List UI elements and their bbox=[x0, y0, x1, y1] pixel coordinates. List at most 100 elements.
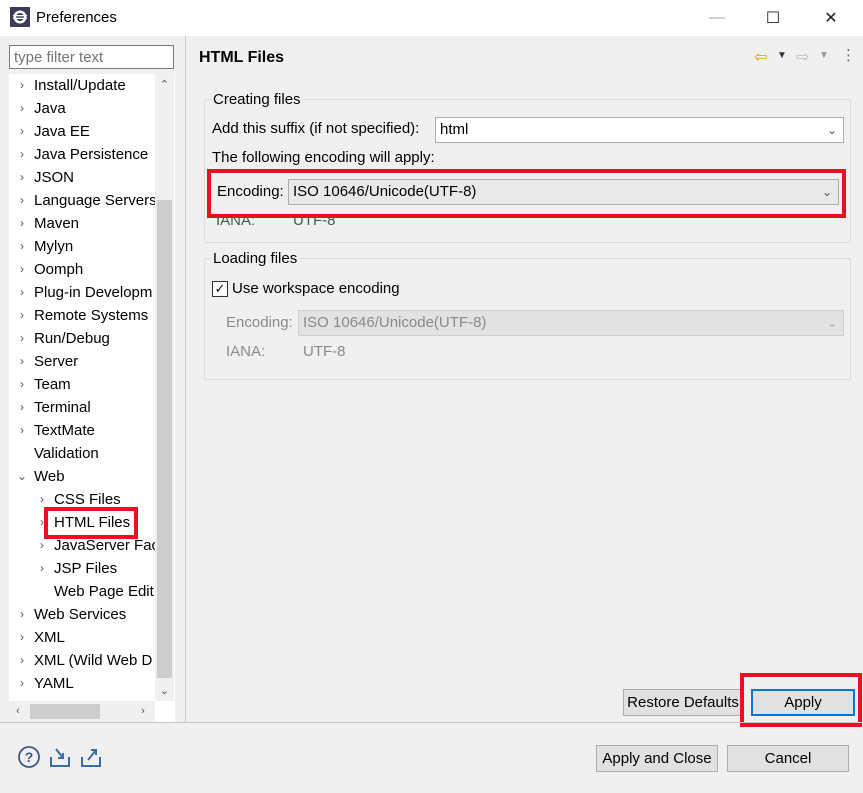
collapsed-arrow-icon[interactable]: › bbox=[16, 419, 28, 442]
tree-item-label: Java EE bbox=[34, 123, 90, 140]
tree-item[interactable]: › XML (Wild Web D bbox=[9, 649, 175, 672]
minimize-button[interactable]: — bbox=[693, 0, 741, 36]
restore-defaults-button[interactable]: Restore Defaults bbox=[623, 689, 743, 716]
collapsed-arrow-icon[interactable]: › bbox=[16, 350, 28, 373]
expanded-arrow-icon[interactable]: ⌄ bbox=[16, 465, 28, 488]
tree-item-label: JSP Files bbox=[54, 560, 118, 577]
tree-item[interactable]: › Terminal bbox=[9, 396, 175, 419]
tree-item-label: Web bbox=[34, 468, 65, 485]
scroll-right-arrow-icon[interactable]: › bbox=[136, 701, 150, 722]
apply-highlight-box bbox=[740, 673, 862, 727]
tree-item[interactable]: › Team bbox=[9, 373, 175, 396]
scroll-down-arrow-icon[interactable]: ⌄ bbox=[155, 682, 174, 700]
collapsed-arrow-icon[interactable]: › bbox=[16, 143, 28, 166]
collapsed-arrow-icon[interactable]: › bbox=[16, 396, 28, 419]
collapsed-arrow-icon[interactable]: › bbox=[16, 327, 28, 350]
eclipse-app-icon bbox=[10, 7, 30, 27]
tree-item-label: XML bbox=[34, 629, 65, 646]
tree-item[interactable]: › Oomph bbox=[9, 258, 175, 281]
tree-item[interactable]: › XML bbox=[9, 626, 175, 649]
tree-item[interactable]: › Install/Update bbox=[9, 74, 175, 97]
tree-item[interactable]: › Java bbox=[9, 97, 175, 120]
view-menu-icon[interactable]: ⋮ bbox=[841, 46, 856, 64]
tree-vertical-scroll-thumb[interactable] bbox=[157, 200, 172, 678]
forward-arrow-icon[interactable]: ⇨ bbox=[796, 47, 809, 67]
export-icon[interactable] bbox=[79, 745, 103, 769]
tree-item[interactable]: › YAML bbox=[9, 672, 175, 695]
cancel-button[interactable]: Cancel bbox=[727, 745, 849, 772]
tree-item[interactable]: › Maven bbox=[9, 212, 175, 235]
loading-files-title: Loading files bbox=[211, 250, 300, 267]
maximize-button[interactable]: ☐ bbox=[749, 0, 797, 36]
tree-item[interactable]: › Remote Systems bbox=[9, 304, 175, 327]
tree-item[interactable]: Validation bbox=[9, 442, 175, 465]
scroll-left-arrow-icon[interactable]: ‹ bbox=[11, 701, 25, 722]
page-title: HTML Files bbox=[199, 49, 285, 66]
tree-item-label: Web Page Edit bbox=[54, 583, 154, 600]
tree-item-label: Mylyn bbox=[34, 238, 74, 255]
tree-item-label: Plug-in Developm bbox=[34, 284, 153, 301]
collapsed-arrow-icon[interactable]: › bbox=[16, 649, 28, 672]
apply-and-close-button[interactable]: Apply and Close bbox=[596, 745, 718, 772]
close-button[interactable]: ✕ bbox=[807, 0, 855, 36]
tree-item[interactable]: › Java EE bbox=[9, 120, 175, 143]
loading-encoding-combo[interactable]: ISO 10646/Unicode(UTF-8) ⌄ bbox=[298, 310, 844, 336]
tree-item-label: Web Services bbox=[34, 606, 127, 623]
collapsed-arrow-icon[interactable]: › bbox=[16, 626, 28, 649]
pane-divider[interactable] bbox=[185, 36, 186, 722]
collapsed-arrow-icon[interactable]: › bbox=[16, 373, 28, 396]
tree-item[interactable]: › Run/Debug bbox=[9, 327, 175, 350]
collapsed-arrow-icon[interactable]: › bbox=[16, 281, 28, 304]
back-arrow-icon[interactable]: ⇦ bbox=[754, 47, 767, 67]
tree-item[interactable]: › Plug-in Developm bbox=[9, 281, 175, 304]
collapsed-arrow-icon[interactable]: › bbox=[36, 557, 48, 580]
collapsed-arrow-icon[interactable]: › bbox=[16, 212, 28, 235]
forward-dropdown-icon[interactable]: ▼ bbox=[819, 50, 829, 61]
tree-item[interactable]: › Server bbox=[9, 350, 175, 373]
use-workspace-checkbox[interactable]: ✓ bbox=[212, 281, 228, 297]
tree-item-label: Server bbox=[34, 353, 79, 370]
tree-item-label: Team bbox=[34, 376, 71, 393]
tree-item[interactable]: › JSON bbox=[9, 166, 175, 189]
loading-encoding-value: ISO 10646/Unicode(UTF-8) bbox=[303, 314, 487, 331]
back-dropdown-icon[interactable]: ▼ bbox=[777, 50, 787, 61]
help-icon[interactable]: ? bbox=[17, 745, 41, 769]
scroll-up-arrow-icon[interactable]: ⌃ bbox=[155, 76, 174, 94]
tree-horizontal-scroll-thumb[interactable] bbox=[30, 704, 100, 719]
collapsed-arrow-icon[interactable]: › bbox=[16, 603, 28, 626]
chevron-down-icon: ⌄ bbox=[826, 123, 837, 137]
collapsed-arrow-icon[interactable]: › bbox=[16, 97, 28, 120]
tree-item[interactable]: › Java Persistence bbox=[9, 143, 175, 166]
tree-item-label: JSON bbox=[34, 169, 75, 186]
import-icon[interactable] bbox=[48, 745, 72, 769]
suffix-label: Add this suffix (if not specified): bbox=[212, 120, 420, 137]
window-title: Preferences bbox=[36, 9, 117, 26]
use-workspace-label[interactable]: Use workspace encoding bbox=[232, 280, 400, 297]
suffix-combo[interactable]: html ⌄ bbox=[435, 117, 844, 143]
suffix-value: html bbox=[440, 121, 469, 138]
collapsed-arrow-icon[interactable]: › bbox=[16, 120, 28, 143]
filter-input[interactable] bbox=[9, 45, 174, 69]
tree-item[interactable]: › JSP Files bbox=[9, 557, 175, 580]
tree-item[interactable]: ⌄ Web bbox=[9, 465, 175, 488]
footer-divider bbox=[0, 722, 863, 723]
collapsed-arrow-icon[interactable]: › bbox=[16, 304, 28, 327]
collapsed-arrow-icon[interactable]: › bbox=[16, 258, 28, 281]
preference-tree: › Install/Update › Java › Java EE › Java Persis… bbox=[9, 74, 175, 722]
tree-item[interactable]: › Web Services bbox=[9, 603, 175, 626]
loading-encoding-label: Encoding: bbox=[226, 314, 293, 331]
tree-item[interactable]: › Language Servers bbox=[9, 189, 175, 212]
collapsed-arrow-icon[interactable]: › bbox=[16, 74, 28, 97]
collapsed-arrow-icon[interactable]: › bbox=[16, 166, 28, 189]
tree-item-label: Language Servers bbox=[34, 192, 157, 209]
collapsed-arrow-icon[interactable]: › bbox=[16, 235, 28, 258]
chevron-down-icon: ⌄ bbox=[826, 316, 837, 330]
loading-iana-label: IANA: bbox=[226, 343, 266, 360]
tree-item[interactable]: Web Page Edit bbox=[9, 580, 175, 603]
tree-item-label: Install/Update bbox=[34, 77, 126, 94]
tree-item-label: Terminal bbox=[34, 399, 91, 416]
collapsed-arrow-icon[interactable]: › bbox=[16, 189, 28, 212]
collapsed-arrow-icon[interactable]: › bbox=[16, 672, 28, 695]
tree-item[interactable]: › TextMate bbox=[9, 419, 175, 442]
tree-item[interactable]: › Mylyn bbox=[9, 235, 175, 258]
